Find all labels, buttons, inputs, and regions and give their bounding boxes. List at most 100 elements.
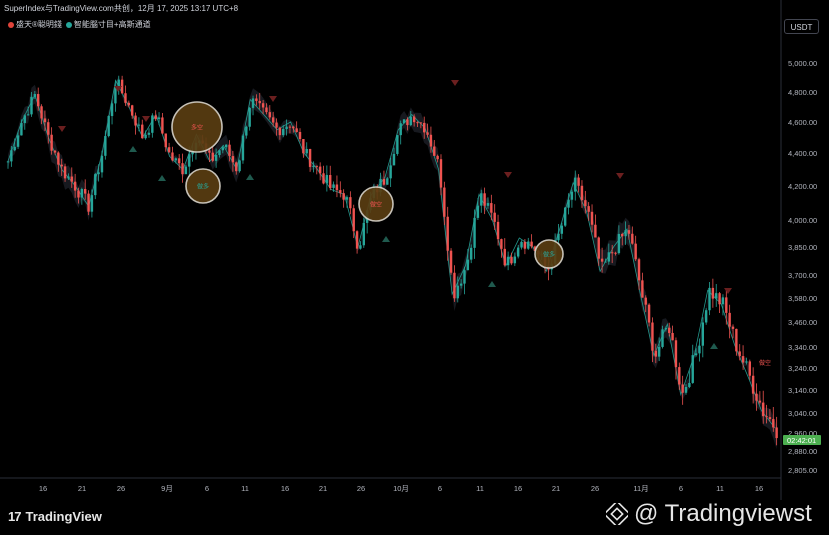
candle-body bbox=[329, 175, 332, 188]
candle-body bbox=[389, 165, 392, 179]
candle-body bbox=[235, 162, 238, 172]
candle-body bbox=[20, 122, 23, 136]
candle-body bbox=[144, 134, 147, 139]
candle-body bbox=[184, 166, 188, 175]
price-tick-label: 3,700.00 bbox=[788, 271, 817, 280]
gaussian-channel-band bbox=[8, 76, 777, 450]
watermark-text: @ Tradingviewst bbox=[634, 500, 812, 527]
candle-body bbox=[332, 184, 335, 188]
candle-body bbox=[241, 135, 245, 161]
price-tick-label: 3,460.00 bbox=[788, 318, 817, 327]
buy-triangle-marker bbox=[158, 175, 166, 181]
candle-body bbox=[23, 115, 26, 123]
candle-body bbox=[161, 117, 164, 134]
sell-triangle-marker bbox=[504, 172, 512, 178]
candle-body bbox=[349, 197, 352, 209]
candle-body bbox=[607, 252, 611, 262]
candle-body bbox=[453, 272, 456, 299]
price-tick-label: 3,240.00 bbox=[788, 364, 817, 373]
candle-body bbox=[53, 150, 57, 153]
candle-body bbox=[490, 203, 493, 213]
candle-body bbox=[90, 195, 94, 212]
time-tick-label: 16 bbox=[281, 484, 289, 493]
candle-body bbox=[77, 190, 80, 198]
candle-body bbox=[134, 115, 137, 126]
candle-body bbox=[399, 123, 402, 136]
right-signal-label: 做空 bbox=[759, 359, 771, 367]
candle-body bbox=[342, 193, 345, 200]
candle-body bbox=[402, 119, 406, 124]
tradingview-logo[interactable]: 17 TradingView bbox=[8, 509, 102, 524]
candle-body bbox=[110, 103, 114, 117]
candle-body bbox=[265, 107, 268, 113]
candle-body bbox=[255, 98, 258, 101]
indicator-gaussian-channel[interactable]: 智能腦寸目+高斯通道 bbox=[65, 19, 151, 30]
candle-body bbox=[423, 123, 426, 133]
sell-triangle-marker bbox=[724, 288, 732, 294]
time-tick-label: 11月 bbox=[633, 484, 648, 493]
candle-body bbox=[644, 297, 647, 305]
current-price-label: 02:42:01 bbox=[787, 436, 816, 445]
candle-body bbox=[409, 116, 412, 126]
candle-body bbox=[614, 252, 617, 254]
candle-body bbox=[67, 176, 70, 179]
candle-body bbox=[335, 184, 339, 191]
candle-body bbox=[641, 280, 644, 298]
price-tick-label: 4,200.00 bbox=[788, 182, 817, 191]
candle-body bbox=[141, 124, 144, 139]
candle-body bbox=[312, 165, 315, 167]
candle-body bbox=[406, 119, 409, 126]
candle-body bbox=[647, 304, 651, 323]
candle-body bbox=[688, 382, 691, 387]
time-tick-label: 11 bbox=[716, 484, 724, 493]
candle-body bbox=[436, 155, 439, 160]
candle-body bbox=[765, 416, 768, 418]
candle-body bbox=[43, 118, 47, 123]
tv-mark-icon: 17 bbox=[8, 509, 22, 524]
candle-body bbox=[221, 147, 225, 151]
candle-body bbox=[151, 115, 154, 133]
candle-body bbox=[315, 165, 318, 167]
candle-body bbox=[715, 293, 718, 299]
candle-body bbox=[433, 146, 436, 156]
candle-body bbox=[446, 216, 449, 251]
brand-label: TradingView bbox=[25, 509, 102, 524]
candle-body bbox=[701, 322, 704, 346]
candle-body bbox=[577, 177, 580, 186]
candle-body bbox=[282, 129, 285, 136]
candle-body bbox=[429, 134, 433, 147]
flame-icon bbox=[8, 21, 14, 28]
candle-body bbox=[527, 241, 530, 249]
candle-body bbox=[480, 193, 483, 206]
candle-body bbox=[228, 144, 231, 157]
currency-selector[interactable]: USDT bbox=[784, 19, 819, 34]
candle-body bbox=[523, 241, 527, 249]
buy-triangle-marker bbox=[129, 146, 137, 152]
candle-body bbox=[772, 419, 775, 428]
candle-body bbox=[177, 158, 181, 164]
price-tick-label: 3,040.00 bbox=[788, 409, 817, 418]
candle-body bbox=[104, 136, 107, 156]
candle-body bbox=[738, 351, 741, 357]
candle-body bbox=[584, 200, 587, 207]
candle-body bbox=[459, 283, 463, 286]
sell-triangle-marker bbox=[142, 116, 150, 122]
candle-body bbox=[386, 178, 389, 185]
time-tick-label: 16 bbox=[755, 484, 763, 493]
candle-body bbox=[258, 100, 261, 104]
time-tick-label: 26 bbox=[357, 484, 365, 493]
candle-body bbox=[6, 161, 10, 163]
candle-body bbox=[621, 233, 624, 237]
price-tick-label: 4,400.00 bbox=[788, 149, 817, 158]
candle-body bbox=[94, 174, 97, 196]
footer: 17 TradingView @ Tradingviewst bbox=[0, 500, 829, 535]
time-tick-label: 11 bbox=[241, 484, 249, 493]
signal-label: 做多 bbox=[543, 251, 555, 259]
indicator-smart-money[interactable]: 盛天®聪明錢 bbox=[8, 19, 62, 30]
indicator-label: 盛天®聪明錢 bbox=[16, 20, 62, 29]
candle-body bbox=[476, 205, 480, 218]
candle-body bbox=[154, 115, 157, 120]
candle-body bbox=[449, 250, 453, 273]
price-chart[interactable]: 5,000.00 4,800.00 4,600.00 4,400.00 4,200.00… bbox=[0, 0, 829, 535]
candle-body bbox=[285, 126, 288, 130]
